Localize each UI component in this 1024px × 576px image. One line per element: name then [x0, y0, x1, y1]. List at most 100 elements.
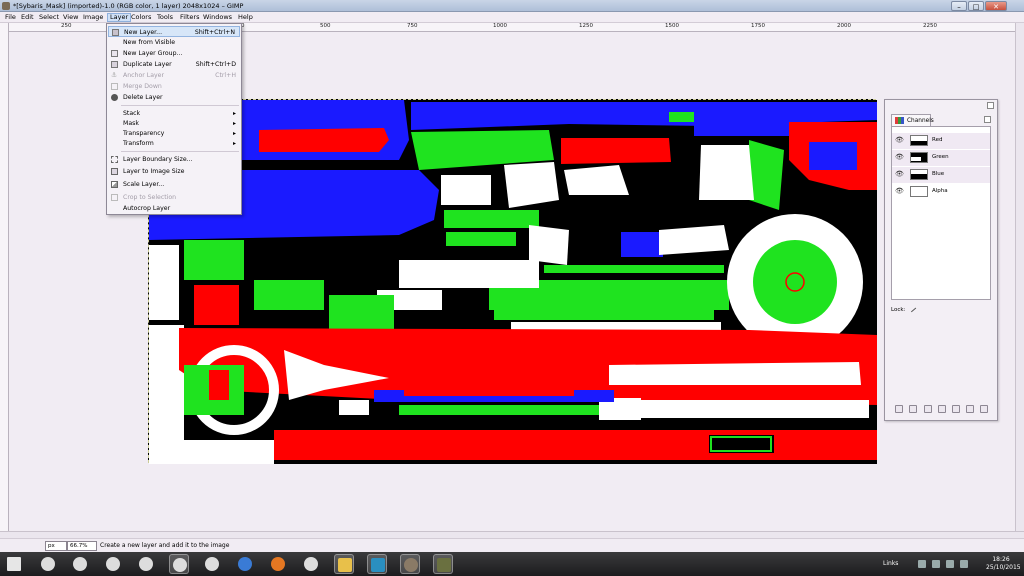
taskbar-app[interactable] — [433, 554, 453, 574]
zoom-selector[interactable]: 66.7% — [67, 541, 97, 551]
gimp-app-icon — [2, 2, 10, 10]
channel-to-selection-icon[interactable] — [966, 405, 974, 413]
menu-layer[interactable]: Layer — [107, 13, 132, 22]
ruler-label: 1000 — [493, 23, 507, 29]
clock[interactable]: 18:26 25/10/2015 — [986, 556, 1021, 572]
merge-icon — [111, 83, 118, 90]
menu-image[interactable]: Image — [81, 13, 105, 22]
start-button[interactable] — [4, 554, 24, 574]
channel-row-green[interactable]: 👁 Green — [892, 150, 990, 166]
status-message: Create a new layer and add it to the ima… — [100, 542, 230, 549]
taskbar-app[interactable] — [301, 554, 321, 574]
menu-item-layer-to-image-size[interactable]: Layer to Image Size — [108, 166, 240, 177]
menu-item-new-layer[interactable]: New Layer... Shift+Ctrl+N — [108, 26, 240, 37]
menu-help[interactable]: Help — [236, 13, 255, 22]
menu-separator — [121, 151, 239, 152]
image-size-icon — [111, 168, 118, 175]
duplicate-channel-icon[interactable] — [952, 405, 960, 413]
menu-item-anchor-layer[interactable]: ⚓ Anchor Layer Ctrl+H — [108, 70, 240, 81]
new-channel-icon[interactable] — [909, 405, 917, 413]
menu-select[interactable]: Select — [37, 13, 61, 22]
new-layer-icon — [112, 29, 119, 36]
ruler-label: 1250 — [579, 23, 593, 29]
links-toolbar[interactable]: Links — [883, 560, 898, 567]
menu-item-new-layer-group[interactable]: New Layer Group... — [108, 48, 240, 59]
menu-windows[interactable]: Windows — [201, 13, 234, 22]
menu-item-crop-to-selection[interactable]: Crop to Selection — [108, 192, 240, 203]
crop-icon — [111, 194, 118, 201]
menu-file[interactable]: File — [3, 13, 18, 22]
taskbar-app[interactable] — [268, 554, 288, 574]
ruler-label: 2000 — [837, 23, 851, 29]
unit-selector[interactable]: px — [45, 541, 67, 551]
vlc-icon — [271, 557, 285, 571]
volume-icon[interactable] — [960, 560, 968, 568]
tab-channels[interactable]: Channels — [891, 114, 934, 126]
ruler-label: 2250 — [923, 23, 937, 29]
clock-date: 25/10/2015 — [986, 564, 1021, 571]
channel-row-red[interactable]: 👁 Red — [892, 133, 990, 149]
menu-item-autocrop-layer[interactable]: Autocrop Layer — [108, 203, 240, 214]
app-icon — [371, 558, 385, 572]
menu-item-merge-down[interactable]: Merge Down — [108, 81, 240, 92]
taskbar-app[interactable] — [169, 554, 189, 574]
taskbar-app[interactable] — [235, 554, 255, 574]
lower-channel-icon[interactable] — [938, 405, 946, 413]
folder-icon — [338, 558, 352, 572]
window-title: *[Sybaris_Mask] (imported)-1.0 (RGB colo… — [13, 2, 244, 10]
channels-icon — [895, 117, 904, 124]
layer-group-icon — [111, 50, 118, 57]
menu-item-duplicate-layer[interactable]: Duplicate Layer Shift+Ctrl+D — [108, 59, 240, 70]
menu-tools[interactable]: Tools — [155, 13, 175, 22]
edit-channel-icon[interactable] — [895, 405, 903, 413]
layer-menu-dropdown: New Layer... Shift+Ctrl+N New from Visib… — [106, 23, 242, 215]
scale-icon — [111, 181, 118, 188]
tab-menu-icon[interactable] — [984, 116, 991, 123]
menu-colors[interactable]: Colors — [129, 13, 153, 22]
raise-channel-icon[interactable] — [924, 405, 932, 413]
menu-item-new-from-visible[interactable]: New from Visible — [108, 37, 240, 48]
taskbar-app[interactable] — [367, 554, 387, 574]
channel-name: Red — [932, 137, 943, 143]
image-canvas[interactable] — [148, 99, 877, 464]
app-icon — [304, 557, 318, 571]
horizontal-scrollbar[interactable] — [0, 531, 1024, 538]
channels-dock: Channels 👁 Red 👁 Green 👁 Blue 👁 Alpha Lo… — [884, 99, 998, 421]
submenu-arrow-icon: ▸ — [232, 140, 236, 147]
network-icon[interactable] — [946, 560, 954, 568]
channel-row-alpha[interactable]: 👁 Alpha — [892, 184, 990, 200]
menu-item-transform[interactable]: Transform ▸ — [108, 138, 240, 149]
visibility-eye-icon[interactable]: 👁 — [895, 171, 904, 178]
lock-pixels-brush-icon[interactable] — [907, 303, 917, 313]
channel-row-blue[interactable]: 👁 Blue — [892, 167, 990, 183]
taskbar-app[interactable] — [202, 554, 222, 574]
taskbar-app[interactable] — [400, 554, 420, 574]
close-button[interactable]: ✕ — [985, 1, 1007, 11]
visibility-eye-icon[interactable]: 👁 — [895, 137, 904, 144]
visibility-eye-icon[interactable]: 👁 — [895, 188, 904, 195]
minimize-button[interactable]: – — [951, 1, 967, 11]
taskbar-app[interactable] — [334, 554, 354, 574]
taskbar-app[interactable] — [136, 554, 156, 574]
menu-item-layer-boundary-size[interactable]: Layer Boundary Size... — [108, 154, 240, 165]
taskbar-app[interactable] — [70, 554, 90, 574]
vertical-ruler[interactable] — [0, 23, 9, 531]
windows-logo-icon — [7, 557, 21, 571]
menu-edit[interactable]: Edit — [19, 13, 36, 22]
menu-bar: File Edit Select View Image Layer Colors… — [0, 12, 1024, 23]
taskbar: Links 18:26 25/10/2015 — [0, 552, 1024, 576]
maximize-button[interactable]: □ — [968, 1, 984, 11]
vertical-scrollbar[interactable] — [1015, 23, 1024, 531]
dock-close-icon[interactable] — [987, 102, 994, 109]
menu-filters[interactable]: Filters — [178, 13, 201, 22]
menu-view[interactable]: View — [61, 13, 80, 22]
menu-item-scale-layer[interactable]: Scale Layer... — [108, 179, 240, 190]
visibility-eye-icon[interactable]: 👁 — [895, 154, 904, 161]
channel-thumbnail — [910, 152, 928, 163]
menu-item-delete-layer[interactable]: Delete Layer — [108, 92, 240, 103]
tray-icon[interactable] — [918, 560, 926, 568]
delete-channel-icon[interactable] — [980, 405, 988, 413]
tray-icon[interactable] — [932, 560, 940, 568]
taskbar-app[interactable] — [38, 554, 58, 574]
taskbar-app[interactable] — [103, 554, 123, 574]
